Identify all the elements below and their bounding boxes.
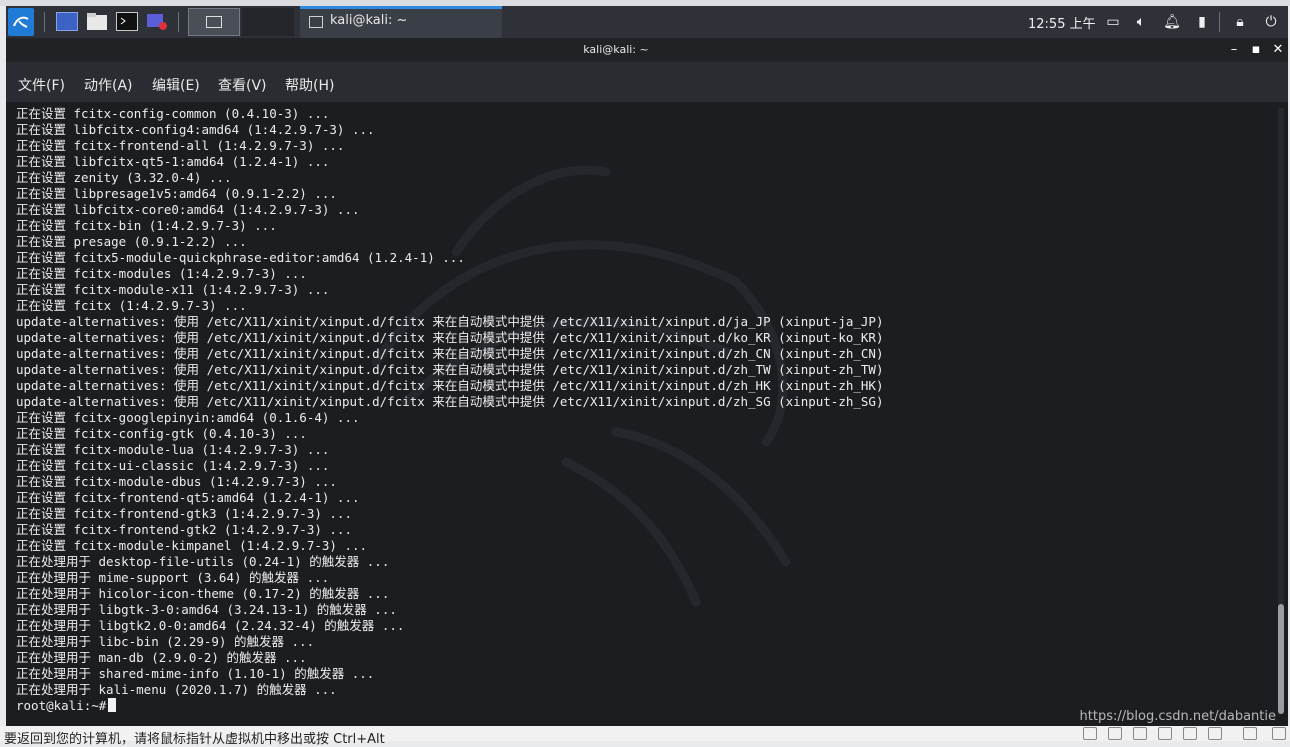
menu-icon[interactable] [1272,727,1286,740]
terminal-line: update-alternatives: 使用 /etc/X11/xinit/x… [16,362,884,377]
terminal-line: 正在处理用于 libgtk2.0-0:amd64 (2.24.32-4) 的触发… [16,618,405,633]
kali-menu-icon[interactable] [8,8,34,36]
window-title: kali@kali: ~ [583,43,649,56]
terminal-line: 正在设置 fcitx-googlepinyin:amd64 (0.1.6-4) … [16,410,360,425]
taskbar-terminal-label: kali@kali: ~ [330,13,408,28]
text-cursor [108,698,117,712]
terminal-line: 正在设置 fcitx-bin (1:4.2.9.7-3) ... [16,218,277,233]
maximize-button[interactable]: ▪ [1248,42,1264,58]
terminal-line: update-alternatives: 使用 /etc/X11/xinit/x… [16,314,884,329]
terminal-line: 正在处理用于 libc-bin (2.29-9) 的触发器 ... [16,634,315,649]
terminal-line: 正在设置 fcitx-module-dbus (1:4.2.9.7-3) ... [16,474,337,489]
host-status-bar: 要返回到您的计算机，请将鼠标指针从虚拟机中移出或按 Ctrl+Alt [0,726,1290,747]
screen-recorder-icon[interactable] [146,12,168,31]
logout-icon[interactable]: ⏻ [1262,13,1280,31]
terminal-line: 正在设置 libfcitx-config4:amd64 (1:4.2.9.7-3… [16,122,375,137]
terminal-line: 正在设置 libpresage1v5:amd64 (0.9.1-2.2) ... [16,186,337,201]
close-button[interactable]: ✕ [1270,42,1286,58]
menu-action[interactable]: 动作(A) [84,75,133,95]
menu-help[interactable]: 帮助(H) [285,75,334,95]
terminal-line: 正在设置 fcitx-module-kimpanel (1:4.2.9.7-3)… [16,538,368,553]
terminal-line: update-alternatives: 使用 /etc/X11/xinit/x… [16,394,884,409]
file-manager-icon[interactable] [86,12,108,31]
terminal-line: 正在设置 fcitx-ui-classic (1:4.2.9.7-3) ... [16,458,330,473]
workspace-1[interactable] [188,8,240,36]
terminal-output[interactable]: 正在设置 fcitx-config-common (0.4.10-3) ... 正… [6,102,1288,726]
terminal-line: update-alternatives: 使用 /etc/X11/xinit/x… [16,378,884,393]
vm-screen[interactable]: kali@kali: ~ 12:55 上午 ▭ 🔈︎ 🔔︎ ▮ 🔒︎ ⏻ kal… [6,6,1288,726]
terminal-line: 正在设置 fcitx-frontend-qt5:amd64 (1.2.4-1) … [16,490,360,505]
terminal-line: 正在设置 fcitx5-module-quickphrase-editor:am… [16,250,465,265]
terminal-line: 正在设置 fcitx-frontend-gtk3 (1:4.2.9.7-3) .… [16,506,352,521]
menu-view[interactable]: 查看(V) [218,75,267,95]
audio-icon[interactable] [1183,727,1197,740]
terminal-line: update-alternatives: 使用 /etc/X11/xinit/x… [16,346,884,361]
terminal-line: 正在设置 zenity (3.32.0-4) ... [16,170,232,185]
display-icon[interactable]: ▭ [1104,13,1122,31]
clock[interactable]: 12:55 上午 [1028,13,1096,32]
menu-file[interactable]: 文件(F) [18,75,65,95]
terminal-launcher-icon[interactable] [116,12,138,31]
terminal-line: 正在设置 fcitx-modules (1:4.2.9.7-3) ... [16,266,307,281]
taskbar-terminal-button[interactable]: kali@kali: ~ [300,6,502,38]
panel-separator [44,12,45,32]
terminal-line: 正在设置 fcitx-module-lua (1:4.2.9.7-3) ... [16,442,330,457]
minimize-button[interactable]: – [1226,42,1242,58]
device-icon[interactable] [1083,727,1097,740]
menu-bar: 文件(F) 动作(A) 编辑(E) 查看(V) 帮助(H) [6,62,1288,102]
usb-icon[interactable] [1158,727,1172,740]
terminal-line: 正在设置 libfcitx-qt5-1:amd64 (1.2.4-1) ... [16,154,330,169]
terminal-line: update-alternatives: 使用 /etc/X11/xinit/x… [16,330,884,345]
host-status-text: 要返回到您的计算机，请将鼠标指针从虚拟机中移出或按 Ctrl+Alt [4,732,385,747]
shell-prompt: root@kali:~# [16,698,107,713]
scrollbar-thumb[interactable] [1278,604,1284,714]
terminal-line: 正在设置 fcitx-frontend-all (1:4.2.9.7-3) ..… [16,138,345,153]
scrollbar[interactable] [1278,108,1284,714]
menu-edit[interactable]: 编辑(E) [152,75,200,95]
disk-icon[interactable] [1108,727,1122,740]
top-panel: kali@kali: ~ 12:55 上午 ▭ 🔈︎ 🔔︎ ▮ 🔒︎ ⏻ [6,6,1288,38]
terminal-icon [309,16,323,28]
terminal-line: 正在处理用于 desktop-file-utils (0.24-1) 的触发器 … [16,554,390,569]
terminal-line: 正在处理用于 hicolor-icon-theme (0.17-2) 的触发器 … [16,586,390,601]
fullscreen-icon[interactable] [1243,727,1257,740]
settings-icon[interactable] [1208,727,1222,740]
terminal-line: 正在设置 presage (0.9.1-2.2) ... [16,234,247,249]
volume-icon[interactable]: 🔈︎ [1132,13,1150,31]
terminal-text: 正在设置 fcitx-config-common (0.4.10-3) ... 正… [16,106,1268,714]
network-icon[interactable] [1133,727,1147,740]
terminal-line: 正在处理用于 kali-menu (2020.1.7) 的触发器 ... [16,682,337,697]
panel-separator [1219,12,1220,32]
terminal-line: 正在设置 fcitx (1:4.2.9.7-3) ... [16,298,247,313]
terminal-line: 正在设置 fcitx-config-gtk (0.4.10-3) ... [16,426,307,441]
terminal-line: 正在设置 fcitx-config-common (0.4.10-3) ... [16,106,330,121]
terminal-window: kali@kali: ~ – ▪ ✕ 文件(F) 动作(A) 编辑(E) 查看(… [6,38,1288,726]
battery-icon[interactable]: ▮ [1193,13,1211,31]
terminal-line: 正在设置 fcitx-module-x11 (1:4.2.9.7-3) ... [16,282,330,297]
panel-separator [178,12,179,32]
lock-icon[interactable]: 🔒︎ [1231,13,1249,31]
active-indicator [300,6,502,9]
csdn-watermark: https://blog.csdn.net/dabantie [1079,709,1276,724]
show-desktop-icon[interactable] [56,12,78,31]
terminal-line: 正在设置 libfcitx-core0:amd64 (1:4.2.9.7-3) … [16,202,360,217]
terminal-line: 正在处理用于 man-db (2.9.0-2) 的触发器 ... [16,650,307,665]
terminal-line: 正在处理用于 mime-support (3.64) 的触发器 ... [16,570,330,585]
notification-bell-icon[interactable]: 🔔︎ [1163,13,1181,31]
terminal-line: 正在设置 fcitx-frontend-gtk2 (1:4.2.9.7-3) .… [16,522,352,537]
window-titlebar[interactable]: kali@kali: ~ – ▪ ✕ [6,38,1288,62]
workspace-2[interactable] [242,8,294,36]
terminal-line: 正在处理用于 shared-mime-info (1.10-1) 的触发器 ..… [16,666,375,681]
terminal-line: 正在处理用于 libgtk-3-0:amd64 (3.24.13-1) 的触发器… [16,602,397,617]
